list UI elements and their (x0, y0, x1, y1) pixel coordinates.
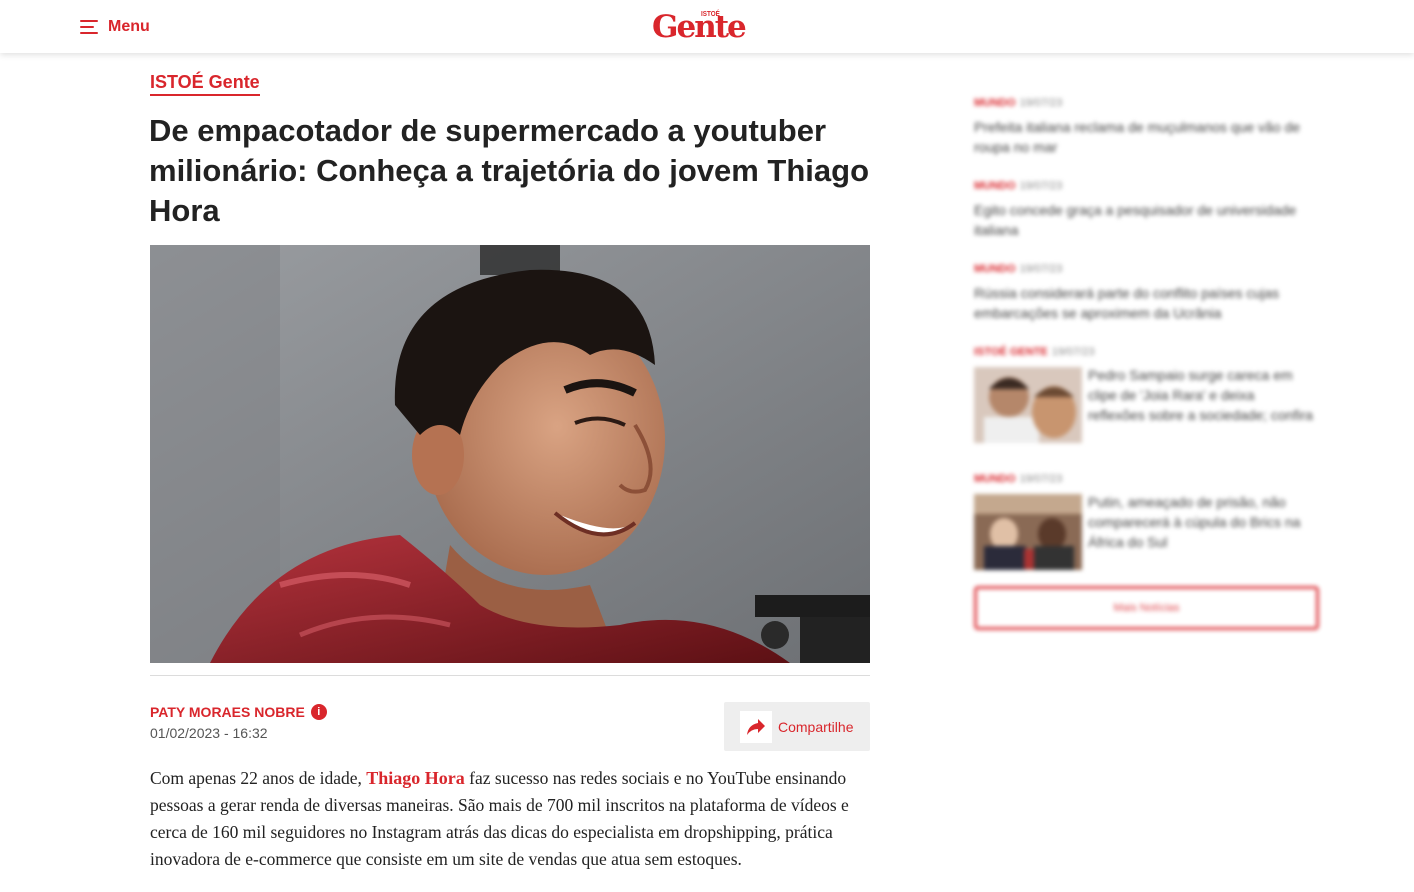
news-item[interactable]: MUNDO 19/07/23 Prefeita italiana reclama … (974, 96, 1319, 157)
body-text-start: Com apenas 22 anos de idade, (150, 768, 367, 788)
news-title[interactable]: Pedro Sampaio surge careca em clipe de '… (1088, 365, 1313, 443)
news-item[interactable]: MUNDO 19/07/23 Rússia considerará parte d… (974, 262, 1319, 323)
news-time: 19/07/23 (1019, 180, 1063, 192)
share-button[interactable]: Compartilhe (724, 702, 870, 751)
news-category: MUNDO (974, 180, 1016, 192)
logo-text: Gente (652, 9, 747, 45)
news-time: 19/07/23 (1019, 263, 1063, 275)
news-category: MUNDO (974, 263, 1016, 275)
news-time: 19/07/23 (1019, 473, 1063, 485)
news-category: MUNDO (974, 473, 1016, 485)
menu-label: Menu (108, 18, 150, 35)
share-arrow-icon (740, 710, 772, 743)
article-headline: De empacotador de supermercado a youtube… (149, 113, 870, 228)
news-title[interactable]: Egito concede graça a pesquisador de uni… (974, 200, 1319, 240)
article-body: Com apenas 22 anos de idade, Thiago Hora… (150, 765, 872, 873)
author-byline[interactable]: PATY MORAES NOBRE i (150, 704, 327, 720)
author-name[interactable]: PATY MORAES NOBRE (150, 704, 305, 720)
news-category: MUNDO (974, 97, 1016, 109)
site-header: Menu Gente ISTOÉ (0, 0, 1414, 53)
logo-small-text: ISTOÉ (701, 11, 720, 18)
news-title[interactable]: Putin, ameaçado de prisão, não comparece… (1088, 492, 1313, 570)
section-link[interactable]: ISTOÉ Gente (150, 72, 260, 96)
news-thumbnail[interactable] (974, 494, 1082, 570)
article-divider (150, 675, 870, 676)
menu-button[interactable]: Menu (80, 14, 150, 40)
news-item[interactable]: MUNDO 19/07/23 Putin, ameaçado de prisão,… (974, 472, 1319, 570)
news-title[interactable]: Rússia considerará parte do conflito paí… (974, 283, 1319, 323)
news-item[interactable]: ISTOÉ GENTE 19/07/23 Pedro Sampaio surge … (974, 345, 1319, 443)
publish-date: 01/02/2023 - 16:32 (150, 725, 268, 741)
site-logo[interactable]: Gente ISTOÉ (652, 9, 747, 45)
hero-image (150, 245, 870, 663)
person-link[interactable]: Thiago Hora (366, 768, 465, 788)
news-thumbnail[interactable] (974, 367, 1082, 443)
info-icon[interactable]: i (310, 704, 327, 720)
news-title[interactable]: Prefeita italiana reclama de muçulmanos … (974, 117, 1319, 157)
share-label: Compartilhe (778, 718, 854, 735)
hamburger-icon (80, 20, 98, 34)
more-news-button[interactable]: Mais Notícias (974, 586, 1319, 630)
news-category: ISTOÉ GENTE (974, 346, 1048, 358)
news-time: 19/07/23 (1051, 346, 1095, 358)
news-item[interactable]: MUNDO 19/07/23 Egito concede graça a pesq… (974, 179, 1319, 240)
news-time: 19/07/23 (1019, 97, 1063, 109)
